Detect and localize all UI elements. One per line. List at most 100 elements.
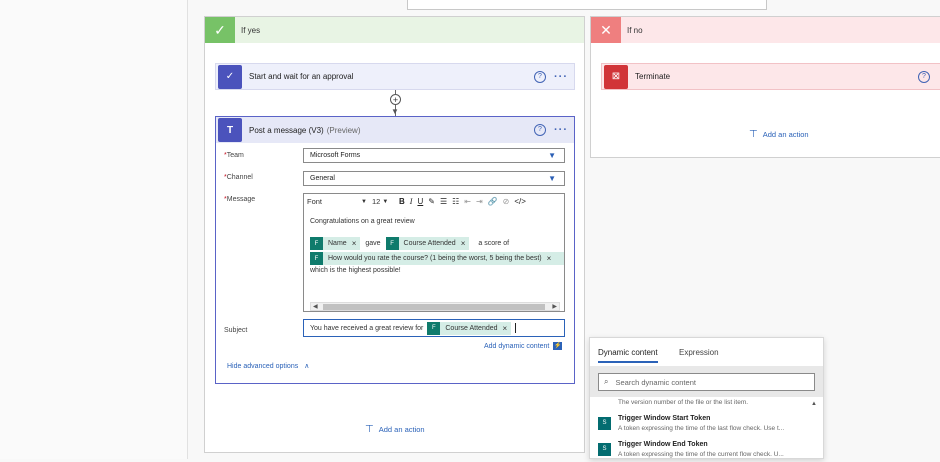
message-editor[interactable]: Font ▼ 12 ▼ B I U ✎ ☰ ☷ ⇤ ⇥ 🔗 ⊘ </> Congra… <box>303 193 565 312</box>
post-message-title: Post a message (V3) <box>249 125 324 135</box>
branch-if-yes-header[interactable]: ✓ If yes <box>205 17 584 43</box>
message-label: *Message <box>224 196 256 203</box>
scroll-up-icon[interactable]: ▲ <box>811 401 817 407</box>
terminate-icon: ⊠ <box>604 64 628 89</box>
channel-value: General <box>310 175 335 182</box>
italic-button[interactable]: I <box>410 197 413 206</box>
teams-icon: T <box>218 118 242 142</box>
subject-label: Subject <box>224 327 248 334</box>
left-pane <box>0 0 188 459</box>
branch-if-yes: ✓ If yes ✓ Start and wait for an approva… <box>204 16 585 453</box>
sharepoint-icon: S <box>598 417 611 430</box>
approval-action-title: Start and wait for an approval <box>249 72 354 81</box>
remove-token-icon[interactable]: × <box>461 239 466 248</box>
numbered-list-icon[interactable]: ☷ <box>452 197 459 206</box>
caret-down-icon: ▼ <box>361 198 367 205</box>
add-action-button-no[interactable]: ⊤ Add an action <box>749 129 809 140</box>
code-view-icon[interactable]: </> <box>514 197 526 206</box>
approval-action-card[interactable]: ✓ Start and wait for an approval ? ··· <box>215 63 575 90</box>
dynamic-content-panel: Dynamic content Expression ⌕ Search dyna… <box>589 337 824 459</box>
add-action-icon: ⊤ <box>365 424 374 435</box>
hide-advanced-options[interactable]: Hide advanced options ∧ <box>227 362 310 371</box>
font-value: Font <box>307 197 323 206</box>
dynamic-item-desc: A token expressing the time of the last … <box>618 425 785 432</box>
help-icon[interactable]: ? <box>534 124 546 136</box>
partial-item-desc: The version number of the file or the li… <box>618 399 749 406</box>
help-icon[interactable]: ? <box>918 70 930 83</box>
search-icon: ⌕ <box>604 377 609 386</box>
team-dropdown[interactable]: Microsoft Forms ▼ <box>303 148 565 163</box>
channel-label: *Channel <box>224 174 253 181</box>
message-line-last: which is the highest possible! <box>310 267 401 274</box>
scroll-left-icon[interactable]: ◀ <box>313 303 318 310</box>
sharepoint-icon: S <box>598 443 611 456</box>
dynamic-token-name[interactable]: F Name × <box>310 237 361 250</box>
remove-token-icon[interactable]: × <box>503 324 508 333</box>
caret-down-icon: ▼ <box>382 198 389 205</box>
bullet-list-icon[interactable]: ☰ <box>440 197 447 206</box>
remove-token-icon[interactable]: × <box>352 239 357 248</box>
scroll-right-icon[interactable]: ▶ <box>552 303 557 310</box>
subject-text: You have received a great review for <box>310 324 424 332</box>
message-line-1: Congratulations on a great review <box>310 218 415 225</box>
channel-dropdown[interactable]: General ▼ <box>303 171 565 186</box>
font-size-select[interactable]: 12 ▼ <box>372 196 394 207</box>
dynamic-item-title: Trigger Window Start Token <box>618 415 711 422</box>
terminate-action-title: Terminate <box>635 72 671 81</box>
team-value: Microsoft Forms <box>310 152 361 159</box>
indent-icon[interactable]: ⇥ <box>476 197 483 206</box>
dynamic-item-desc: A token expressing the time of the curre… <box>618 451 784 458</box>
parent-condition-card[interactable] <box>407 0 767 10</box>
help-icon[interactable]: ? <box>534 70 546 83</box>
remove-token-icon[interactable]: × <box>547 254 552 263</box>
underline-button[interactable]: U <box>417 197 423 206</box>
search-placeholder: Search dynamic content <box>615 377 696 387</box>
scrollbar-thumb[interactable] <box>323 304 545 310</box>
more-options-icon[interactable]: ··· <box>554 124 568 136</box>
chevron-up-icon: ∧ <box>304 363 310 370</box>
close-icon: ✕ <box>591 17 621 43</box>
chevron-down-icon: ▼ <box>548 151 556 160</box>
chevron-down-icon: ▼ <box>548 174 556 183</box>
branch-if-no-label: If no <box>627 25 643 35</box>
dynamic-content-icon[interactable]: ⚡ <box>553 342 563 350</box>
unlink-icon[interactable]: ⊘ <box>503 197 510 206</box>
branch-if-no-header[interactable]: ✕ If no <box>591 17 940 43</box>
dynamic-token-course[interactable]: F Course Attended × <box>385 237 470 250</box>
checkmark-icon: ✓ <box>205 17 235 43</box>
search-dynamic-input[interactable]: ⌕ Search dynamic content <box>598 373 815 391</box>
highlight-pen-icon[interactable]: ✎ <box>428 197 435 206</box>
tab-expression[interactable]: Expression <box>679 348 719 357</box>
team-label: *Team <box>224 152 244 159</box>
link-icon[interactable]: 🔗 <box>488 197 498 206</box>
editor-toolbar: Font ▼ 12 ▼ B I U ✎ ☰ ☷ ⇤ ⇥ 🔗 ⊘ </> <box>304 194 564 209</box>
add-action-icon: ⊤ <box>749 129 758 140</box>
terminate-action-card[interactable]: ⊠ Terminate ? <box>601 63 940 90</box>
font-select[interactable]: Font ▼ <box>307 196 367 207</box>
insert-step-plus-icon[interactable]: + <box>390 94 401 105</box>
forms-icon: F <box>385 237 399 250</box>
outdent-icon[interactable]: ⇤ <box>464 197 471 206</box>
subject-input[interactable]: You have received a great review for F Co… <box>303 319 565 337</box>
message-text-score: a score of <box>478 240 510 247</box>
post-message-card: T Post a message (V3) (Preview) ? ··· *T… <box>215 116 575 384</box>
preview-tag: (Preview) <box>326 125 361 135</box>
bold-button[interactable]: B <box>399 197 405 206</box>
add-action-button-yes[interactable]: ⊤ Add an action <box>365 424 425 435</box>
post-message-header[interactable]: T Post a message (V3) (Preview) ? ··· <box>216 117 574 143</box>
add-dynamic-content-link[interactable]: Add dynamic content <box>484 343 549 350</box>
forms-icon: F <box>310 237 323 250</box>
arrow-down-icon: ▼ <box>391 107 399 116</box>
add-action-label: Add an action <box>378 425 425 434</box>
horizontal-scrollbar[interactable]: ◀ ▶ <box>310 302 560 311</box>
dynamic-token-rating[interactable]: F How would you rate the course? (1 being… <box>310 252 564 265</box>
text-cursor <box>515 323 517 333</box>
more-options-icon[interactable]: ··· <box>554 71 568 83</box>
tab-dynamic-content[interactable]: Dynamic content <box>598 348 658 363</box>
dynamic-item-title: Trigger Window End Token <box>618 441 708 448</box>
forms-icon: F <box>310 252 323 265</box>
add-action-label: Add an action <box>762 130 809 139</box>
dynamic-item[interactable]: S Trigger Window Start Token A token exp… <box>598 414 808 436</box>
dynamic-token-subject-course[interactable]: F Course Attended × <box>427 321 512 335</box>
branch-if-no: ✕ If no ⊠ Terminate ? ⊤ Add an action <box>590 16 940 158</box>
